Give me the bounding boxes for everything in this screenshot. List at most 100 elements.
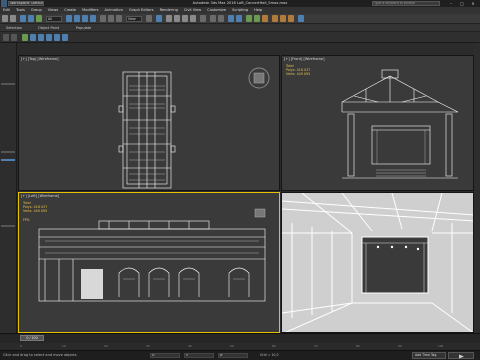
window-crossing-icon[interactable] bbox=[90, 15, 96, 22]
tab-selection[interactable]: Selection bbox=[4, 25, 24, 31]
display-panel-icon[interactable] bbox=[54, 34, 60, 41]
explorer-row[interactable] bbox=[1, 151, 15, 153]
menu-rendering[interactable]: Rendering bbox=[157, 7, 181, 14]
scene-explorer-panel[interactable] bbox=[0, 43, 17, 333]
viewport-perspective[interactable] bbox=[281, 192, 474, 333]
named-selection-icon[interactable] bbox=[200, 15, 206, 22]
close-button[interactable]: ✕ bbox=[468, 0, 478, 7]
menu-create[interactable]: Create bbox=[61, 7, 79, 14]
link-icon[interactable] bbox=[20, 15, 26, 22]
align-icon[interactable] bbox=[218, 15, 224, 22]
spinner-snap-icon[interactable] bbox=[190, 15, 196, 22]
menu-help[interactable]: Help bbox=[251, 7, 265, 14]
viewcube-icon[interactable] bbox=[254, 208, 266, 218]
tick-label: 80 bbox=[356, 344, 360, 348]
app-menu-button[interactable] bbox=[1, 0, 7, 7]
coord-z-field[interactable]: Z: bbox=[218, 353, 248, 358]
stage-opening bbox=[361, 236, 429, 294]
explorer-row-selected[interactable] bbox=[1, 159, 15, 161]
menu-group[interactable]: Group bbox=[28, 7, 45, 14]
mirror-icon[interactable] bbox=[210, 15, 216, 22]
viewcube-icon[interactable] bbox=[248, 67, 270, 89]
time-slider[interactable]: 0 / 100 bbox=[20, 335, 44, 341]
right-strip bbox=[474, 43, 480, 333]
tick-label: 90 bbox=[398, 344, 402, 348]
menu-scripting[interactable]: Scripting bbox=[229, 7, 251, 14]
move-icon[interactable] bbox=[100, 15, 106, 22]
schematic-view-icon[interactable] bbox=[254, 15, 260, 22]
secondary-toolbar bbox=[0, 32, 480, 43]
search-input[interactable]: Type a keyword or phrase bbox=[372, 1, 440, 6]
motion-panel-icon[interactable] bbox=[46, 34, 52, 41]
hierarchy-panel-icon[interactable] bbox=[38, 34, 44, 41]
tick-label: 50 bbox=[230, 344, 234, 348]
tick-label: 100 bbox=[438, 344, 444, 348]
workspace-dropdown[interactable]: Workspace: Default bbox=[8, 1, 44, 6]
playback-controls[interactable] bbox=[448, 352, 474, 359]
undo-icon[interactable] bbox=[2, 15, 8, 22]
material-editor-icon[interactable] bbox=[262, 15, 268, 22]
percent-snap-icon[interactable] bbox=[182, 15, 188, 22]
redo-icon[interactable] bbox=[10, 15, 16, 22]
select-manipulate-icon[interactable] bbox=[156, 15, 162, 22]
minimize-button[interactable]: – bbox=[446, 0, 456, 7]
extra-tool-icon[interactable] bbox=[298, 15, 304, 22]
ribbon: Selection Object Paint Populate bbox=[0, 24, 480, 32]
reference-coordinate-dropdown[interactable]: View bbox=[126, 16, 142, 22]
scene-explorer-icon[interactable] bbox=[3, 34, 9, 41]
render-setup-icon[interactable] bbox=[272, 15, 278, 22]
select-by-name-icon[interactable] bbox=[74, 15, 80, 22]
left-wireframe bbox=[38, 208, 266, 302]
create-panel-icon[interactable] bbox=[22, 34, 28, 41]
menu-tools[interactable]: Tools bbox=[13, 7, 28, 14]
menu-graph-editors[interactable]: Graph Editors bbox=[126, 7, 157, 14]
menu-views[interactable]: Views bbox=[45, 7, 61, 14]
bind-spacewarp-icon[interactable] bbox=[36, 15, 42, 22]
angle-snap-icon[interactable] bbox=[174, 15, 180, 22]
select-object-icon[interactable] bbox=[66, 15, 72, 22]
pivot-center-icon[interactable] bbox=[146, 15, 152, 22]
explorer-row[interactable] bbox=[1, 225, 15, 227]
selection-filter-dropdown[interactable]: All bbox=[46, 16, 62, 22]
perspective-wireframe bbox=[282, 193, 473, 332]
curve-editor-icon[interactable] bbox=[246, 15, 252, 22]
render-production-icon[interactable] bbox=[288, 15, 294, 22]
coord-x-field[interactable]: X: bbox=[150, 353, 180, 358]
menu-animation[interactable]: Animation bbox=[102, 7, 126, 14]
menu-modifiers[interactable]: Modifiers bbox=[79, 7, 101, 14]
viewport-top[interactable]: [+] [Top] [Wireframe] bbox=[18, 55, 280, 191]
tick-label: 70 bbox=[314, 344, 318, 348]
viewport-front[interactable]: [+] [Front] [Wireframe] Total Polys: 418… bbox=[281, 55, 474, 191]
menu-bar: Edit Tools Group Views Create Modifiers … bbox=[0, 7, 480, 14]
tick-label: 60 bbox=[272, 344, 276, 348]
rotate-icon[interactable] bbox=[108, 15, 114, 22]
coord-y-field[interactable]: Y: bbox=[184, 353, 214, 358]
modify-panel-icon[interactable] bbox=[30, 34, 36, 41]
viewport-left[interactable]: [+] [Left] [Wireframe] Total Polys: 418 … bbox=[18, 192, 280, 333]
graphite-toggle-icon[interactable] bbox=[236, 15, 242, 22]
play-icon[interactable] bbox=[449, 353, 475, 360]
menu-civil-view[interactable]: Civil View bbox=[181, 7, 204, 14]
timeline[interactable]: 0 / 100 bbox=[0, 333, 480, 343]
selected-panel bbox=[81, 269, 103, 299]
scale-icon[interactable] bbox=[116, 15, 122, 22]
tick-label: 40 bbox=[188, 344, 192, 348]
rect-selection-icon[interactable] bbox=[82, 15, 88, 22]
tab-populate[interactable]: Populate bbox=[74, 25, 93, 31]
snaps-toggle-icon[interactable] bbox=[166, 15, 172, 22]
unlink-icon[interactable] bbox=[28, 15, 34, 22]
utilities-panel-icon[interactable] bbox=[62, 34, 68, 41]
add-time-tag-button[interactable]: Add Time Tag bbox=[412, 352, 446, 359]
rendered-frame-icon[interactable] bbox=[280, 15, 286, 22]
status-bar: Click and drag to select and move object… bbox=[0, 350, 480, 360]
explorer-row[interactable] bbox=[1, 83, 15, 85]
menu-edit[interactable]: Edit bbox=[0, 7, 13, 14]
layer-explorer-icon[interactable] bbox=[228, 15, 234, 22]
tick-label: 10 bbox=[62, 344, 66, 348]
filter-icon[interactable] bbox=[11, 34, 17, 41]
top-wireframe bbox=[118, 67, 270, 189]
tab-object-paint[interactable]: Object Paint bbox=[36, 25, 61, 31]
track-bar[interactable]: 0 10 20 30 40 50 60 70 80 90 100 bbox=[0, 343, 480, 350]
maximize-button[interactable]: □ bbox=[457, 0, 467, 7]
menu-customize[interactable]: Customize bbox=[204, 7, 229, 14]
